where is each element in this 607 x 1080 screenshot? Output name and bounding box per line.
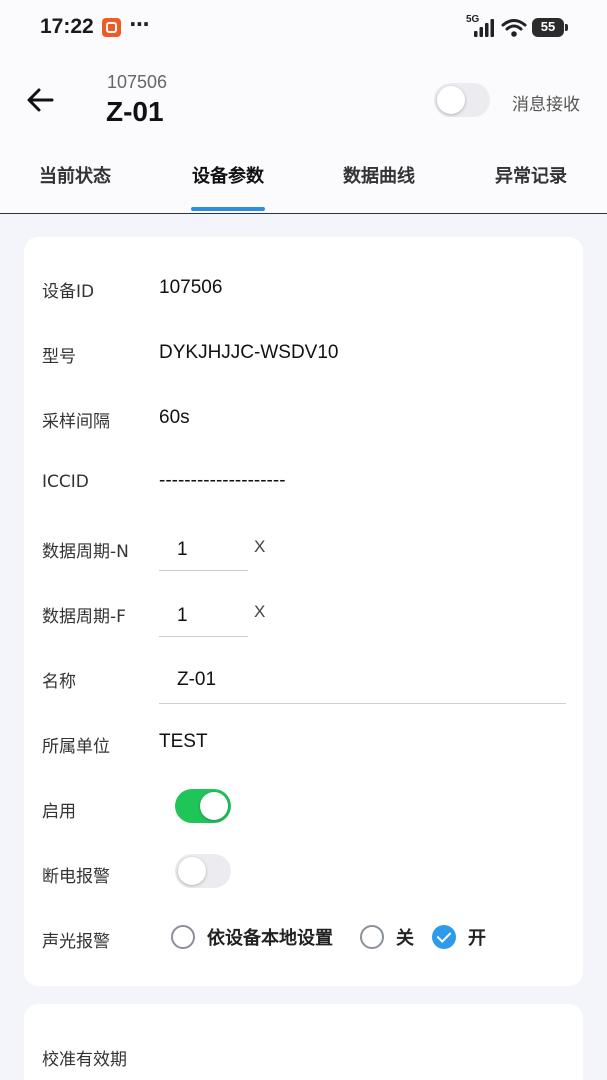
battery-icon: 55: [532, 18, 568, 37]
period-f-unit: X: [254, 602, 266, 621]
org-value: TEST: [159, 731, 208, 752]
toggle-knob: [437, 86, 465, 114]
active-tab-indicator: [191, 207, 265, 211]
enable-label: 启用: [42, 802, 76, 822]
period-f-input[interactable]: 1: [159, 597, 248, 637]
page-title: Z-01: [106, 96, 164, 127]
tab-data-curve[interactable]: 数据曲线: [304, 162, 454, 188]
more-notifications-icon: ···: [129, 12, 150, 36]
period-n-value: 1: [177, 539, 188, 560]
device-id-subtitle: 107506: [107, 72, 168, 92]
tab-bar: 当前状态 设备参数 数据曲线 异常记录: [0, 144, 607, 214]
radio-unchecked-icon: [360, 925, 384, 949]
radio-local-setting[interactable]: 依设备本地设置: [171, 923, 351, 951]
name-label: 名称: [42, 672, 76, 692]
power-alarm-label: 断电报警: [42, 867, 110, 887]
period-f-label: 数据周期-F: [42, 607, 126, 627]
back-button[interactable]: [22, 82, 60, 118]
org-label: 所属单位: [42, 737, 110, 757]
sound-alarm-label: 声光报警: [42, 932, 110, 952]
arrow-left-icon: [27, 88, 54, 112]
device-params-card: 设备ID 107506 型号 DYKJHJJC-WSDV10 采样间隔 60s …: [24, 237, 583, 986]
power-alarm-toggle[interactable]: [175, 854, 231, 888]
message-receive-label: 消息接收: [512, 95, 580, 115]
signal-icon: [474, 19, 494, 37]
radio-unchecked-icon: [171, 925, 195, 949]
device-id-value: 107506: [159, 277, 223, 298]
battery-level: 55: [540, 19, 556, 34]
sample-interval-label: 采样间隔: [42, 412, 110, 432]
status-time: 17:22: [40, 15, 94, 38]
iccid-label: ICCID: [42, 472, 89, 492]
sample-interval-value: 60s: [159, 407, 190, 428]
radio-on[interactable]: 开: [432, 923, 494, 951]
radio-off[interactable]: 关: [360, 923, 422, 951]
radio-off-label: 关: [396, 928, 414, 949]
name-value: Z-01: [177, 669, 217, 690]
enable-toggle[interactable]: [175, 789, 231, 823]
calibration-validity-label: 校准有效期: [42, 1050, 127, 1070]
model-label: 型号: [42, 347, 76, 367]
toggle-knob: [178, 857, 206, 885]
app-header: 107506 Z-01 消息接收: [0, 56, 607, 144]
calibration-card: 校准有效期: [24, 1004, 583, 1080]
period-n-label: 数据周期-N: [42, 542, 129, 562]
radio-local-setting-label: 依设备本地设置: [207, 928, 333, 949]
period-n-input[interactable]: 1: [159, 531, 248, 571]
app-notification-icon: [102, 18, 121, 37]
toggle-knob: [200, 792, 228, 820]
wifi-icon: [501, 19, 527, 37]
period-n-unit: X: [254, 537, 266, 556]
model-value: DYKJHJJC-WSDV10: [159, 342, 339, 363]
name-input[interactable]: Z-01: [159, 662, 566, 704]
message-receive-toggle[interactable]: [434, 83, 490, 117]
radio-on-label: 开: [468, 928, 486, 949]
device-id-label: 设备ID: [42, 282, 95, 302]
iccid-value: --------------------: [159, 470, 286, 491]
tab-device-params[interactable]: 设备参数: [153, 162, 303, 188]
period-f-value: 1: [177, 605, 188, 626]
tab-alarm-records[interactable]: 异常记录: [456, 162, 606, 188]
status-bar: 17:22 ··· 5G 55: [0, 0, 607, 56]
tab-current-status[interactable]: 当前状态: [0, 162, 150, 188]
radio-checked-icon: [432, 925, 456, 949]
